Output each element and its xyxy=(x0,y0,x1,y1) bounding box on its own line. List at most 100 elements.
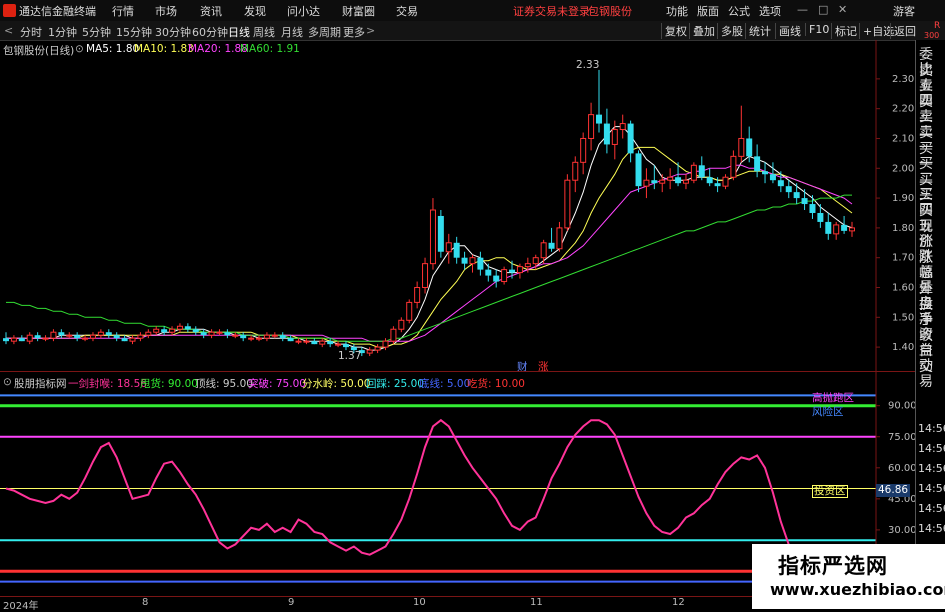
period-tab[interactable]: 分时 xyxy=(20,24,42,40)
indicator-line xyxy=(5,418,852,585)
user-guest[interactable]: 游客 xyxy=(893,3,915,19)
x-axis-label: 11 xyxy=(530,597,543,608)
trade-time: 14:56 xyxy=(918,502,945,515)
candle-body xyxy=(422,263,429,289)
f10-button[interactable]: F10 xyxy=(805,23,832,36)
candle xyxy=(635,150,642,193)
draw-line-button[interactable]: 画线 xyxy=(775,23,804,39)
mark-button[interactable]: 标记 xyxy=(831,23,860,39)
candle xyxy=(627,120,634,163)
candle-body xyxy=(682,179,689,184)
menu-news[interactable]: 资讯 xyxy=(200,3,222,19)
y-tick-label: 2.30 xyxy=(892,74,914,85)
menu-market[interactable]: 市场 xyxy=(155,3,177,19)
indicator-legend-line4: 突破: 75.00 xyxy=(248,378,306,390)
candle-body xyxy=(287,338,294,342)
candle xyxy=(643,168,650,199)
menu-function[interactable]: 功能 xyxy=(666,3,688,19)
menu-trade[interactable]: 交易 xyxy=(396,3,418,19)
candle-body xyxy=(730,155,737,178)
candle xyxy=(690,162,697,184)
candle-body xyxy=(34,335,41,339)
y-tick-label: 2.10 xyxy=(892,133,914,144)
quote-field-label: 交易 xyxy=(919,359,933,390)
candle-body xyxy=(793,192,800,199)
period-tab[interactable]: 30分钟 xyxy=(155,24,191,40)
period-tab-daily[interactable]: 日线 xyxy=(228,24,250,40)
candle xyxy=(240,332,247,342)
candle-body xyxy=(311,341,318,345)
overlay-button[interactable]: 叠加 xyxy=(689,23,718,39)
y-tick-label: 1.70 xyxy=(892,253,914,264)
candle-body xyxy=(477,257,484,270)
candle xyxy=(429,198,436,270)
candle-body xyxy=(263,334,270,339)
candle-body xyxy=(627,123,634,154)
period-tab[interactable]: 15分钟 xyxy=(116,24,152,40)
period-tab[interactable]: 5分钟 xyxy=(82,24,111,40)
period-tab[interactable]: 多周期 xyxy=(308,24,341,40)
menu-wealth[interactable]: 财富圈 xyxy=(342,3,375,19)
candle-body xyxy=(18,338,25,342)
menu-options[interactable]: 选项 xyxy=(759,3,781,19)
candle-body xyxy=(3,338,9,342)
period-tab-more[interactable]: 更多 xyxy=(343,24,365,40)
menu-bar: 通达信金融终端 行情 市场 资讯 发现 问小达 财富圈 交易 证券交易未登录 包… xyxy=(0,0,945,22)
period-tab[interactable]: 周线 xyxy=(253,24,275,40)
candle xyxy=(303,338,310,345)
menu-discover[interactable]: 发现 xyxy=(244,3,266,19)
period-tab[interactable]: 60分钟 xyxy=(192,24,228,40)
candle-body xyxy=(216,331,223,334)
candle-body xyxy=(232,334,239,337)
menu-layout[interactable]: 版面 xyxy=(697,3,719,19)
indicator-settings-icon[interactable]: ⊙ xyxy=(3,376,12,388)
multi-stock-button[interactable]: 多股 xyxy=(717,23,746,39)
ma5-legend: MA5: 1.80 xyxy=(86,43,140,55)
ma60-line xyxy=(6,194,852,342)
restore-rights-button[interactable]: 复权 xyxy=(661,23,690,39)
candle-body xyxy=(738,137,745,157)
candle xyxy=(74,332,81,342)
chevron-right-icon[interactable]: > xyxy=(366,24,375,37)
candle-body xyxy=(611,129,618,145)
candle xyxy=(564,174,571,231)
ma20-line xyxy=(6,164,853,342)
candle-body xyxy=(390,328,397,342)
candle-body xyxy=(335,343,342,346)
statistics-button[interactable]: 统计 xyxy=(745,23,774,39)
candle-body xyxy=(580,137,587,163)
back-button[interactable]: 返回 xyxy=(890,23,919,39)
close-icon[interactable]: ✕ xyxy=(838,3,847,16)
candle xyxy=(66,332,73,339)
candle-body xyxy=(398,319,405,330)
candle-body xyxy=(145,331,152,336)
candlestick-chart[interactable]: 1.40 1.50 1.60 1.70 1.80 1.90 2.00 2.10 2.20 2.30 xyxy=(0,40,915,371)
candle-body xyxy=(406,301,413,321)
candle xyxy=(279,332,286,342)
chevron-icon[interactable]: ⊙ xyxy=(75,43,84,55)
menu-formula[interactable]: 公式 xyxy=(728,3,750,19)
candle xyxy=(548,227,555,252)
candle xyxy=(817,204,824,228)
period-tab[interactable]: 月线 xyxy=(281,24,303,40)
candle xyxy=(26,332,33,345)
candle-body xyxy=(453,242,460,258)
menu-quotes[interactable]: 行情 xyxy=(112,3,134,19)
candle-body xyxy=(113,335,120,339)
candle xyxy=(89,332,96,342)
candle-body xyxy=(445,242,452,253)
period-tab[interactable]: 1分钟 xyxy=(48,24,77,40)
candle xyxy=(493,269,500,288)
candle-body xyxy=(89,334,96,339)
candle-body xyxy=(105,332,112,336)
ma20-legend: MA20: 1.88 xyxy=(188,43,248,55)
trade-login-notice[interactable]: 证券交易未登录 xyxy=(513,3,590,19)
menu-ask[interactable]: 问小达 xyxy=(287,3,320,19)
candle-body xyxy=(66,334,73,337)
candle xyxy=(256,335,263,342)
candle-body xyxy=(635,153,642,187)
candle xyxy=(58,329,65,339)
maximize-icon[interactable]: □ xyxy=(818,3,828,16)
back-arrow-icon[interactable]: < xyxy=(4,24,13,37)
minimize-icon[interactable]: — xyxy=(797,3,808,16)
